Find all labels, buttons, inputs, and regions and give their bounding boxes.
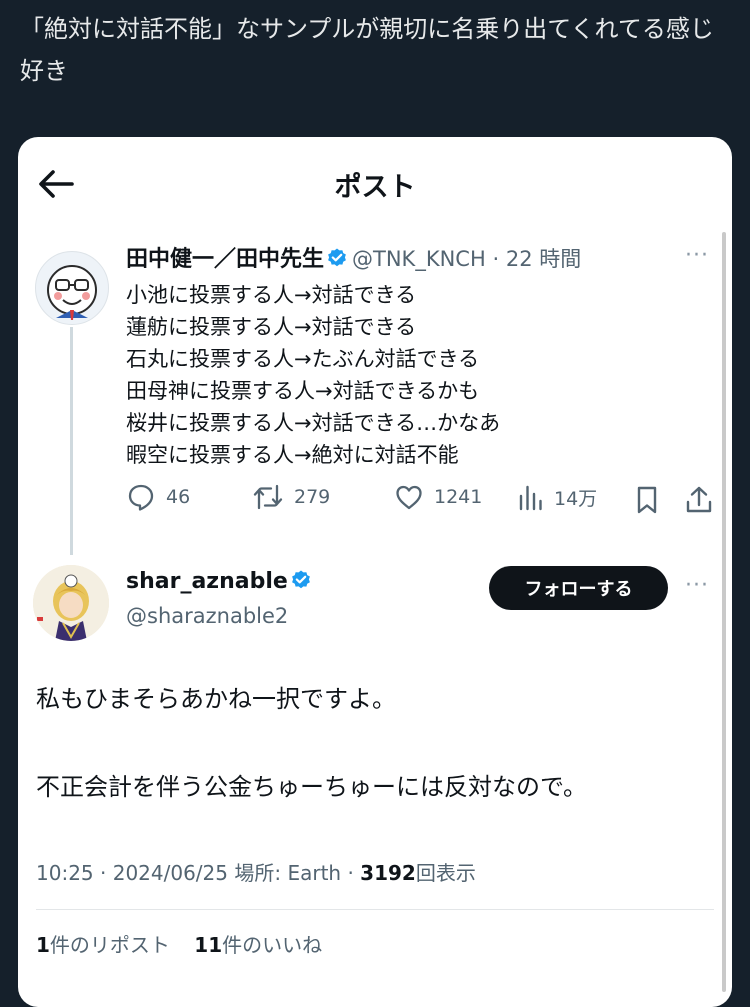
page-title: ポスト bbox=[334, 172, 416, 203]
like-button[interactable]: 1241 bbox=[394, 482, 482, 512]
reply-button[interactable]: 46 bbox=[126, 482, 190, 512]
display-name[interactable]: 田中健一／田中先生 bbox=[126, 247, 324, 272]
handle[interactable]: @TNK_KNCH bbox=[352, 247, 486, 271]
post-date[interactable]: 2024/06/25 bbox=[113, 861, 228, 885]
post-line: 私もひまそらあかね一択ですよ。 bbox=[36, 685, 396, 713]
post-caption: 「絶対に対話不能」なサンプルが親切に名乗り出てくれてる感じ好き bbox=[20, 15, 714, 85]
heart-icon bbox=[396, 485, 422, 510]
post-line: 石丸に投票する人→たぶん対話できる bbox=[126, 347, 480, 371]
meta-separator: · bbox=[347, 861, 354, 885]
post-time[interactable]: 10:25 bbox=[36, 861, 94, 885]
views-label: 回表示 bbox=[415, 861, 476, 885]
likes-count: 11 bbox=[194, 933, 223, 957]
post-action-bar: 46 279 1241 14万 bbox=[126, 482, 716, 522]
verified-badge-icon bbox=[328, 248, 346, 267]
reposts-count: 1 bbox=[36, 933, 50, 957]
quoted-post-header: 田中健一／田中先生 @TNK_KNCH · 22 時間 bbox=[126, 241, 581, 273]
reply-post-text: 私もひまそらあかね一択ですよ。 不正会計を伴う公金ちゅーちゅーには反対なので。 bbox=[36, 677, 587, 809]
display-name[interactable]: shar_aznable bbox=[126, 569, 288, 594]
repost-count: 279 bbox=[294, 486, 331, 508]
post-line: 小池に投票する人→対話できる bbox=[126, 283, 417, 307]
avatar-shar[interactable] bbox=[33, 565, 109, 641]
views-button[interactable]: 14万 bbox=[518, 482, 597, 512]
reposts-label: 件のリポスト bbox=[49, 933, 170, 957]
likes-stat[interactable]: 11件のいいね bbox=[194, 933, 322, 957]
reply-bubble-icon bbox=[128, 484, 154, 511]
reposts-stat[interactable]: 1件のリポスト bbox=[36, 933, 170, 957]
caricature-avatar-icon bbox=[47, 265, 97, 320]
scrollbar[interactable] bbox=[722, 232, 726, 992]
handle[interactable]: @sharaznable2 bbox=[126, 604, 288, 628]
meta-separator: · bbox=[100, 861, 107, 885]
engagement-stats: 1件のリポスト 11件のいいね bbox=[36, 929, 340, 958]
time-separator: · bbox=[492, 247, 500, 271]
embedded-post-card: ポスト 田中健一／田中先生 @TNK_KNCH · 22 時間 ··· 小池に投… bbox=[18, 137, 732, 1007]
likes-label: 件のいいね bbox=[222, 933, 323, 957]
post-line: 桜井に投票する人→対話できる…かなあ bbox=[126, 411, 501, 435]
reply-author: shar_aznable bbox=[126, 569, 316, 594]
post-line: 田母神に投票する人→対話できるかも bbox=[126, 379, 480, 403]
repost-icon bbox=[253, 484, 283, 510]
post-location: 場所: Earth bbox=[234, 861, 342, 885]
thread-connector-line bbox=[70, 327, 73, 555]
anime-character-avatar-icon bbox=[33, 565, 109, 641]
bookmark-icon[interactable] bbox=[634, 484, 660, 516]
view-count: 3192 bbox=[360, 861, 416, 885]
post-meta: 10:25 · 2024/06/25 場所: Earth · 3192回表示 bbox=[36, 857, 476, 886]
repost-button[interactable]: 279 bbox=[252, 482, 330, 512]
avatar-tanaka[interactable] bbox=[35, 251, 109, 325]
post-line: 不正会計を伴う公金ちゅーちゅーには反対なので。 bbox=[36, 773, 588, 801]
like-count: 1241 bbox=[434, 486, 483, 508]
more-options-icon[interactable]: ··· bbox=[685, 573, 709, 598]
divider bbox=[36, 909, 714, 910]
more-options-icon[interactable]: ··· bbox=[685, 243, 709, 268]
quoted-post-text: 小池に投票する人→対話できる 蓮舫に投票する人→対話できる 石丸に投票する人→た… bbox=[126, 279, 500, 471]
post-line: 暇空に投票する人→絶対に対話不能 bbox=[126, 443, 459, 467]
post-line: 蓮舫に投票する人→対話できる bbox=[126, 315, 417, 339]
verified-badge-icon bbox=[291, 570, 310, 589]
post-header: ポスト bbox=[18, 137, 732, 227]
reply-count: 46 bbox=[166, 486, 191, 508]
share-icon[interactable] bbox=[684, 484, 714, 516]
follow-button[interactable]: フォローする bbox=[489, 566, 668, 610]
bar-chart-icon bbox=[519, 485, 542, 511]
view-count: 14万 bbox=[554, 487, 598, 510]
post-time[interactable]: 22 時間 bbox=[506, 247, 581, 271]
